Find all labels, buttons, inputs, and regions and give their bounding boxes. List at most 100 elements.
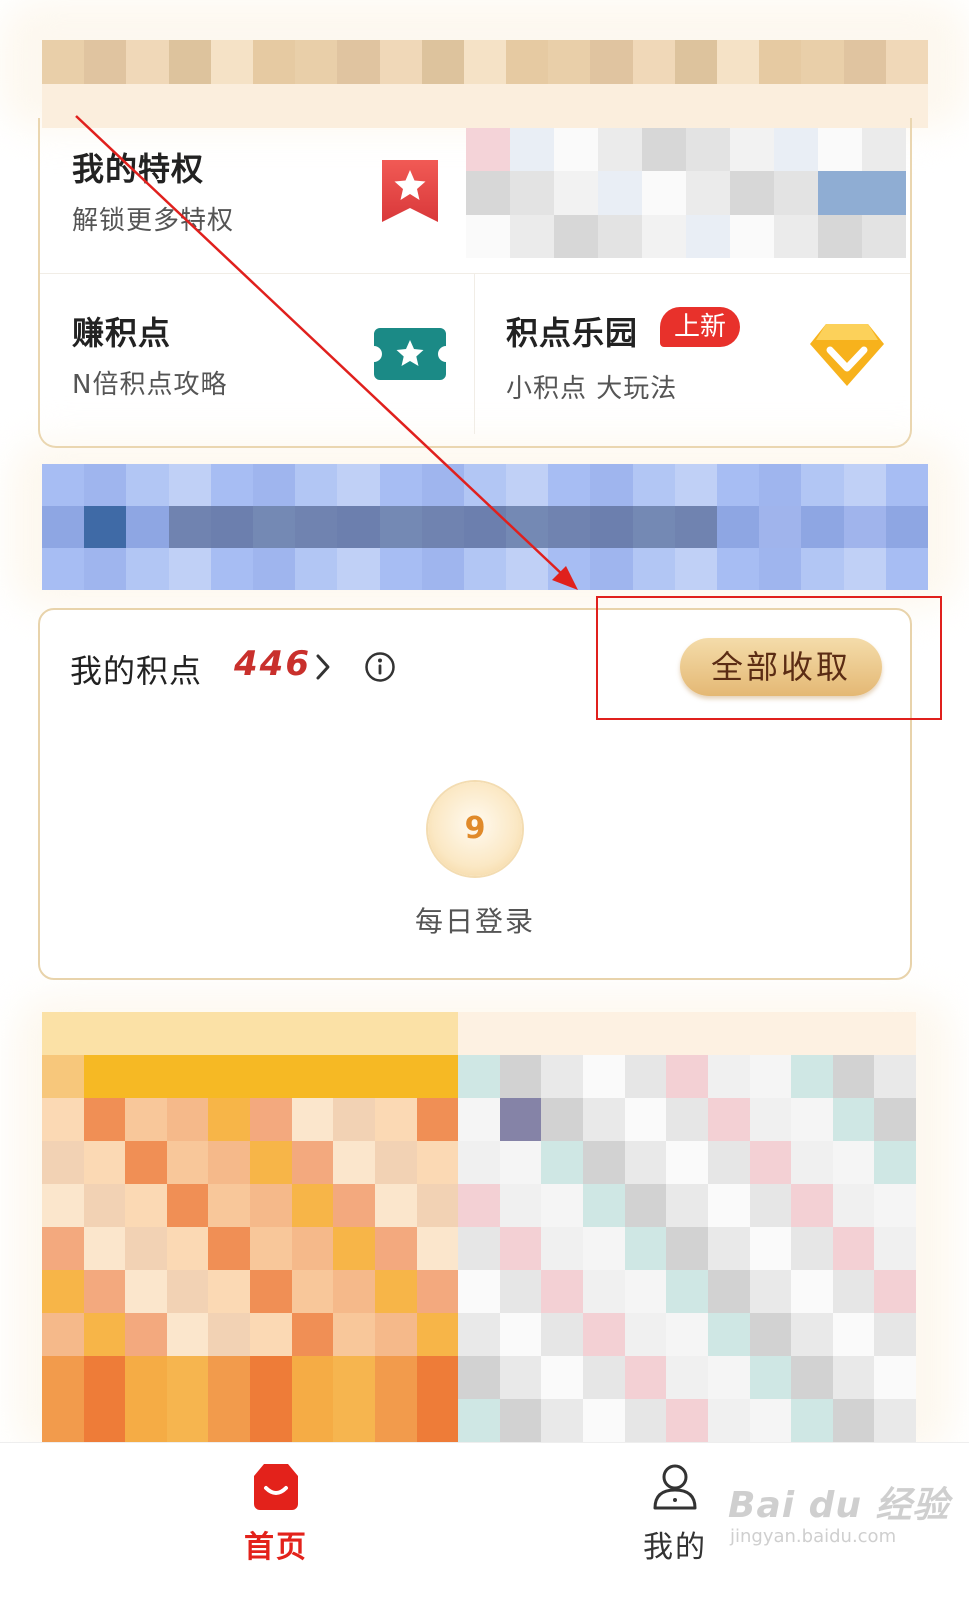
mosaic-tile [759, 464, 802, 506]
mosaic-tile [379, 506, 422, 548]
mosaic-tile [83, 1227, 126, 1270]
mosaic-tile [717, 40, 760, 84]
mosaic-tile [499, 1055, 542, 1098]
mosaic-tile [416, 1184, 459, 1227]
mosaic-tile [541, 1313, 584, 1356]
mosaic-tile [885, 464, 928, 506]
mosaic-tile [510, 171, 554, 215]
mosaic-tile [774, 214, 818, 258]
mosaic-tile [832, 1313, 875, 1356]
mosaic-tile [250, 1184, 292, 1227]
mosaic-tile [624, 1098, 667, 1141]
mosaic-tile [632, 40, 675, 84]
points-label: 我的积点 [70, 652, 203, 690]
mosaic-tile [333, 1270, 375, 1313]
mosaic-tile [590, 548, 633, 590]
mosaic-tile [541, 1141, 584, 1184]
mosaic-tile [707, 1055, 750, 1098]
mosaic-tile [499, 1184, 542, 1227]
mosaic-tile [832, 1270, 875, 1313]
mosaic-tile [126, 548, 169, 590]
mosaic-tile [583, 1399, 625, 1442]
mosaic-tile [874, 1313, 916, 1356]
mosaic-tile [333, 1399, 375, 1442]
mosaic-tile [749, 1012, 792, 1055]
mosaic-tile [374, 1356, 417, 1399]
mosaic-tile [208, 1227, 251, 1270]
mosaic-tile [624, 1055, 667, 1098]
mosaic-tile [84, 506, 127, 548]
mosaic-tile [458, 1184, 500, 1227]
mosaic-tile [707, 1141, 750, 1184]
mosaic-tile [291, 1399, 334, 1442]
mosaic-tile [499, 1399, 542, 1442]
redacted-perk-image [466, 128, 906, 258]
mosaic-tile [541, 1012, 584, 1055]
mosaic-tile [499, 1141, 542, 1184]
ticket-star-icon [374, 328, 446, 380]
mosaic-tile [666, 1399, 708, 1442]
mosaic-tile [250, 1270, 292, 1313]
mosaic-tile [499, 1098, 542, 1141]
mosaic-tile [541, 1098, 584, 1141]
mosaic-tile [333, 1055, 375, 1098]
mosaic-tile [466, 214, 510, 258]
mosaic-tile [250, 1313, 292, 1356]
mosaic-tile [291, 1012, 334, 1055]
mosaic-tile [801, 464, 844, 506]
perk-park-title: 积点乐园 [506, 314, 639, 352]
mosaic-tile [506, 40, 549, 84]
mosaic-tile [83, 1055, 126, 1098]
mosaic-tile [166, 1184, 209, 1227]
mosaic-tile [166, 1399, 209, 1442]
mosaic-tile [874, 1399, 916, 1442]
perks-divider [40, 273, 910, 274]
mosaic-tile [666, 1055, 708, 1098]
mosaic-tile [624, 1141, 667, 1184]
mosaic-tile [333, 1313, 375, 1356]
mosaic-tile [42, 506, 85, 548]
mosaic-tile [749, 1184, 792, 1227]
mosaic-tile [42, 1356, 84, 1399]
mosaic-tile [590, 464, 633, 506]
mosaic-tile [874, 1098, 916, 1141]
mosaic-tile [250, 1098, 292, 1141]
mosaic-tile [506, 464, 549, 506]
mosaic-tile [548, 506, 591, 548]
mosaic-tile [83, 1012, 126, 1055]
mosaic-tile [168, 40, 211, 84]
mosaic-tile [374, 1141, 417, 1184]
mosaic-tile [210, 506, 253, 548]
mosaic-tile [463, 464, 507, 506]
mosaic-tile [642, 128, 686, 172]
mosaic-tile [125, 1356, 167, 1399]
mosaic-tile [333, 1227, 375, 1270]
mosaic-tile [458, 1012, 500, 1055]
mosaic-tile [125, 1012, 167, 1055]
mosaic-tile [541, 1055, 584, 1098]
mosaic-tile [458, 1227, 500, 1270]
mosaic-tile [624, 1313, 667, 1356]
mosaic-tile [874, 1356, 916, 1399]
mosaic-tile [499, 1012, 542, 1055]
mosaic-tile [885, 548, 928, 590]
mosaic-tile [874, 1270, 916, 1313]
mosaic-tile [458, 1141, 500, 1184]
mosaic-tile [295, 464, 338, 506]
mosaic-tile [874, 1184, 916, 1227]
mosaic-tile [541, 1184, 584, 1227]
mosaic-tile [707, 1012, 750, 1055]
perks-divider-vertical [474, 274, 475, 434]
redacted-header [42, 40, 928, 128]
mosaic-tile [801, 40, 844, 84]
mosaic-tile [642, 214, 686, 258]
mosaic-tile [791, 1356, 833, 1399]
mosaic-tile [166, 1012, 209, 1055]
info-icon[interactable] [364, 651, 396, 683]
mosaic-tile [666, 1141, 708, 1184]
nav-home[interactable]: 首页 [196, 1460, 356, 1566]
mosaic-tile [707, 1270, 750, 1313]
mosaic-tile [632, 548, 675, 590]
mosaic-tile [42, 1270, 84, 1313]
mosaic-tile [642, 171, 686, 215]
